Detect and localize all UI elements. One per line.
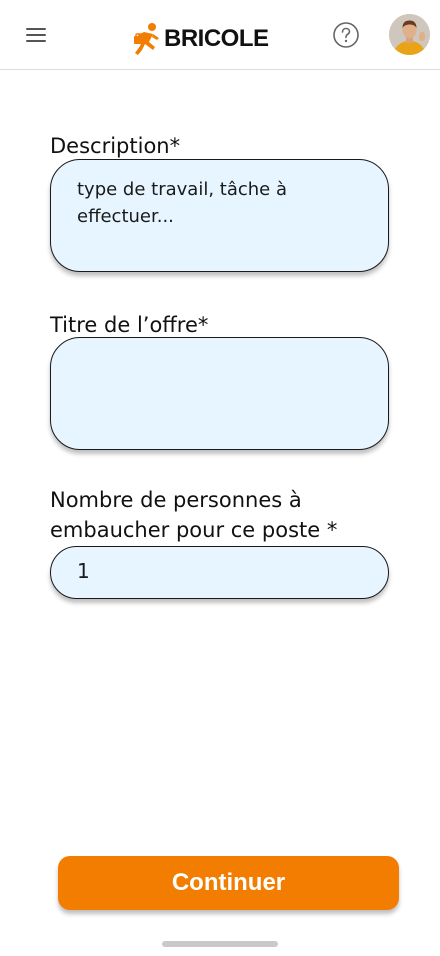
headcount-input[interactable]: 1 bbox=[50, 546, 389, 599]
headcount-value: 1 bbox=[77, 559, 90, 583]
app-header: BRICOLE bbox=[0, 0, 440, 70]
running-worker-logo-icon bbox=[134, 23, 159, 55]
home-indicator-bar bbox=[162, 941, 278, 947]
offer-title-label: Titre de l’offre* bbox=[50, 313, 209, 337]
job-offer-form-screen: BRICOLE Description* type de travail, tâ… bbox=[0, 0, 440, 956]
description-placeholder: type de travail, tâche à effectuer... bbox=[77, 179, 293, 227]
hamburger-menu-icon bbox=[26, 28, 46, 42]
menu-button[interactable] bbox=[22, 22, 50, 48]
help-button[interactable] bbox=[332, 21, 360, 49]
user-avatar[interactable] bbox=[389, 14, 430, 55]
headcount-label: Nombre de personnes à embaucher pour ce … bbox=[50, 488, 338, 542]
description-label: Description* bbox=[50, 134, 181, 158]
description-textarea[interactable]: type de travail, tâche à effectuer... bbox=[50, 159, 389, 272]
brand-logo[interactable]: BRICOLE bbox=[132, 21, 269, 57]
continue-button[interactable]: Continuer bbox=[58, 856, 399, 910]
question-circle-icon bbox=[333, 22, 359, 48]
brand-name: BRICOLE bbox=[164, 25, 269, 52]
continue-button-label: Continuer bbox=[171, 869, 286, 896]
user-avatar-photo bbox=[389, 14, 430, 55]
offer-title-input[interactable] bbox=[50, 337, 389, 450]
